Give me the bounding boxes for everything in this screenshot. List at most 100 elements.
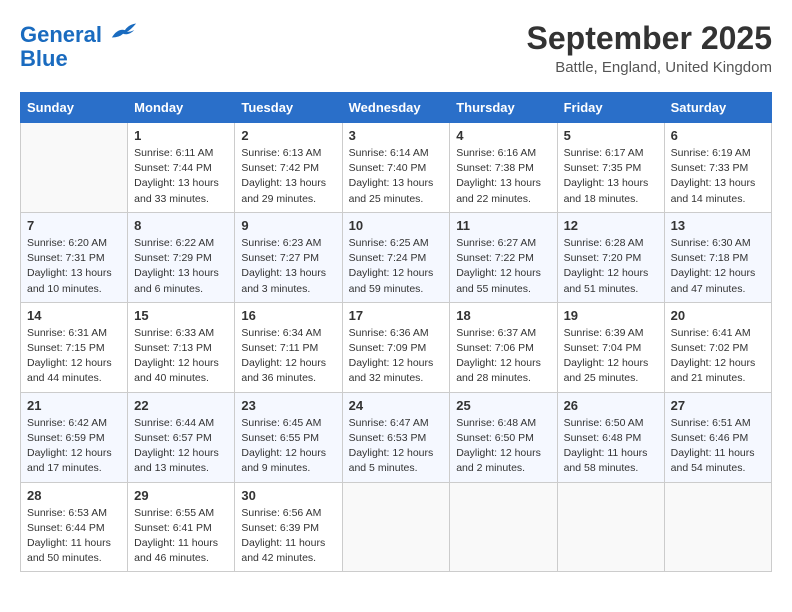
calendar-cell: 28 Sunrise: 6:53 AMSunset: 6:44 PMDayligh…: [21, 482, 128, 572]
week-row-4: 21 Sunrise: 6:42 AMSunset: 6:59 PMDayligh…: [21, 392, 772, 482]
day-info: Sunrise: 6:16 AMSunset: 7:38 PMDaylight:…: [456, 146, 550, 207]
week-row-5: 28 Sunrise: 6:53 AMSunset: 6:44 PMDayligh…: [21, 482, 772, 572]
day-info: Sunrise: 6:55 AMSunset: 6:41 PMDaylight:…: [134, 506, 228, 567]
col-header-friday: Friday: [557, 93, 664, 123]
day-number: 6: [671, 128, 765, 143]
day-number: 20: [671, 308, 765, 323]
day-info: Sunrise: 6:48 AMSunset: 6:50 PMDaylight:…: [456, 416, 550, 477]
day-number: 24: [349, 398, 444, 413]
day-info: Sunrise: 6:47 AMSunset: 6:53 PMDaylight:…: [349, 416, 444, 477]
day-info: Sunrise: 6:17 AMSunset: 7:35 PMDaylight:…: [564, 146, 658, 207]
calendar-cell: 4 Sunrise: 6:16 AMSunset: 7:38 PMDaylight…: [450, 123, 557, 213]
calendar-cell: 23Sunrise: 6:45 AMSunset: 6:55 PMDayligh…: [235, 392, 342, 482]
day-number: 22: [134, 398, 228, 413]
day-number: 30: [241, 488, 335, 503]
calendar-cell: 21 Sunrise: 6:42 AMSunset: 6:59 PMDayligh…: [21, 392, 128, 482]
logo-blue: Blue: [20, 47, 138, 71]
calendar-cell: 5 Sunrise: 6:17 AMSunset: 7:35 PMDaylight…: [557, 123, 664, 213]
day-number: 15: [134, 308, 228, 323]
day-number: 18: [456, 308, 550, 323]
day-number: 4: [456, 128, 550, 143]
col-header-thursday: Thursday: [450, 93, 557, 123]
day-info: Sunrise: 6:19 AMSunset: 7:33 PMDaylight:…: [671, 146, 765, 207]
day-info: Sunrise: 6:22 AMSunset: 7:29 PMDaylight:…: [134, 236, 228, 297]
calendar-cell: 29 Sunrise: 6:55 AMSunset: 6:41 PMDayligh…: [128, 482, 235, 572]
calendar-cell: 26 Sunrise: 6:50 AMSunset: 6:48 PMDayligh…: [557, 392, 664, 482]
calendar-cell: 30 Sunrise: 6:56 AMSunset: 6:39 PMDayligh…: [235, 482, 342, 572]
calendar-cell: 14 Sunrise: 6:31 AMSunset: 7:15 PMDayligh…: [21, 302, 128, 392]
day-info: Sunrise: 6:50 AMSunset: 6:48 PMDaylight:…: [564, 416, 658, 477]
day-number: 23: [241, 398, 335, 413]
day-info: Sunrise: 6:14 AMSunset: 7:40 PMDaylight:…: [349, 146, 444, 207]
day-number: 2: [241, 128, 335, 143]
day-info: Sunrise: 6:30 AMSunset: 7:18 PMDaylight:…: [671, 236, 765, 297]
col-header-saturday: Saturday: [664, 93, 771, 123]
day-number: 26: [564, 398, 658, 413]
day-info: Sunrise: 6:56 AMSunset: 6:39 PMDaylight:…: [241, 506, 335, 567]
calendar-cell: 1 Sunrise: 6:11 AMSunset: 7:44 PMDaylight…: [128, 123, 235, 213]
day-number: 29: [134, 488, 228, 503]
location: Battle, England, United Kingdom: [527, 59, 772, 76]
day-number: 19: [564, 308, 658, 323]
calendar-cell: 25Sunrise: 6:48 AMSunset: 6:50 PMDayligh…: [450, 392, 557, 482]
calendar-cell: [664, 482, 771, 572]
day-number: 12: [564, 218, 658, 233]
day-number: 27: [671, 398, 765, 413]
day-number: 17: [349, 308, 444, 323]
day-info: Sunrise: 6:44 AMSunset: 6:57 PMDaylight:…: [134, 416, 228, 477]
logo: General Blue: [20, 20, 138, 71]
col-header-tuesday: Tuesday: [235, 93, 342, 123]
logo-bird-icon: [110, 20, 138, 42]
calendar-cell: 15 Sunrise: 6:33 AMSunset: 7:13 PMDayligh…: [128, 302, 235, 392]
calendar-cell: 3 Sunrise: 6:14 AMSunset: 7:40 PMDaylight…: [342, 123, 450, 213]
calendar-cell: 24 Sunrise: 6:47 AMSunset: 6:53 PMDayligh…: [342, 392, 450, 482]
day-info: Sunrise: 6:37 AMSunset: 7:06 PMDaylight:…: [456, 326, 550, 387]
header-row: SundayMondayTuesdayWednesdayThursdayFrid…: [21, 93, 772, 123]
calendar-cell: [342, 482, 450, 572]
day-number: 21: [27, 398, 121, 413]
calendar-cell: 12Sunrise: 6:28 AMSunset: 7:20 PMDayligh…: [557, 212, 664, 302]
calendar-cell: 18 Sunrise: 6:37 AMSunset: 7:06 PMDayligh…: [450, 302, 557, 392]
calendar-cell: 17 Sunrise: 6:36 AMSunset: 7:09 PMDayligh…: [342, 302, 450, 392]
day-number: 10: [349, 218, 444, 233]
day-info: Sunrise: 6:11 AMSunset: 7:44 PMDaylight:…: [134, 146, 228, 207]
day-number: 1: [134, 128, 228, 143]
calendar-cell: 11Sunrise: 6:27 AMSunset: 7:22 PMDayligh…: [450, 212, 557, 302]
col-header-monday: Monday: [128, 93, 235, 123]
day-number: 14: [27, 308, 121, 323]
logo-text: General: [20, 20, 138, 47]
calendar-cell: 16 Sunrise: 6:34 AMSunset: 7:11 PMDayligh…: [235, 302, 342, 392]
day-info: Sunrise: 6:25 AMSunset: 7:24 PMDaylight:…: [349, 236, 444, 297]
week-row-1: 1 Sunrise: 6:11 AMSunset: 7:44 PMDaylight…: [21, 123, 772, 213]
day-number: 11: [456, 218, 550, 233]
day-info: Sunrise: 6:41 AMSunset: 7:02 PMDaylight:…: [671, 326, 765, 387]
week-row-3: 14 Sunrise: 6:31 AMSunset: 7:15 PMDayligh…: [21, 302, 772, 392]
calendar-cell: 22 Sunrise: 6:44 AMSunset: 6:57 PMDayligh…: [128, 392, 235, 482]
day-number: 7: [27, 218, 121, 233]
title-block: September 2025 Battle, England, United K…: [527, 20, 772, 76]
day-info: Sunrise: 6:42 AMSunset: 6:59 PMDaylight:…: [27, 416, 121, 477]
calendar-cell: 9Sunrise: 6:23 AMSunset: 7:27 PMDaylight…: [235, 212, 342, 302]
calendar-cell: 10 Sunrise: 6:25 AMSunset: 7:24 PMDayligh…: [342, 212, 450, 302]
page-header: General Blue September 2025 Battle, Engl…: [20, 20, 772, 76]
month-title: September 2025: [527, 20, 772, 57]
day-number: 28: [27, 488, 121, 503]
day-info: Sunrise: 6:13 AMSunset: 7:42 PMDaylight:…: [241, 146, 335, 207]
calendar-cell: 19 Sunrise: 6:39 AMSunset: 7:04 PMDayligh…: [557, 302, 664, 392]
day-info: Sunrise: 6:31 AMSunset: 7:15 PMDaylight:…: [27, 326, 121, 387]
calendar-cell: 6 Sunrise: 6:19 AMSunset: 7:33 PMDaylight…: [664, 123, 771, 213]
day-info: Sunrise: 6:33 AMSunset: 7:13 PMDaylight:…: [134, 326, 228, 387]
day-info: Sunrise: 6:36 AMSunset: 7:09 PMDaylight:…: [349, 326, 444, 387]
day-info: Sunrise: 6:20 AMSunset: 7:31 PMDaylight:…: [27, 236, 121, 297]
day-number: 16: [241, 308, 335, 323]
day-info: Sunrise: 6:39 AMSunset: 7:04 PMDaylight:…: [564, 326, 658, 387]
calendar-cell: 13Sunrise: 6:30 AMSunset: 7:18 PMDayligh…: [664, 212, 771, 302]
week-row-2: 7 Sunrise: 6:20 AMSunset: 7:31 PMDaylight…: [21, 212, 772, 302]
calendar-cell: 20 Sunrise: 6:41 AMSunset: 7:02 PMDayligh…: [664, 302, 771, 392]
day-number: 3: [349, 128, 444, 143]
day-info: Sunrise: 6:23 AMSunset: 7:27 PMDaylight:…: [241, 236, 335, 297]
day-info: Sunrise: 6:53 AMSunset: 6:44 PMDaylight:…: [27, 506, 121, 567]
day-number: 5: [564, 128, 658, 143]
day-info: Sunrise: 6:34 AMSunset: 7:11 PMDaylight:…: [241, 326, 335, 387]
col-header-sunday: Sunday: [21, 93, 128, 123]
